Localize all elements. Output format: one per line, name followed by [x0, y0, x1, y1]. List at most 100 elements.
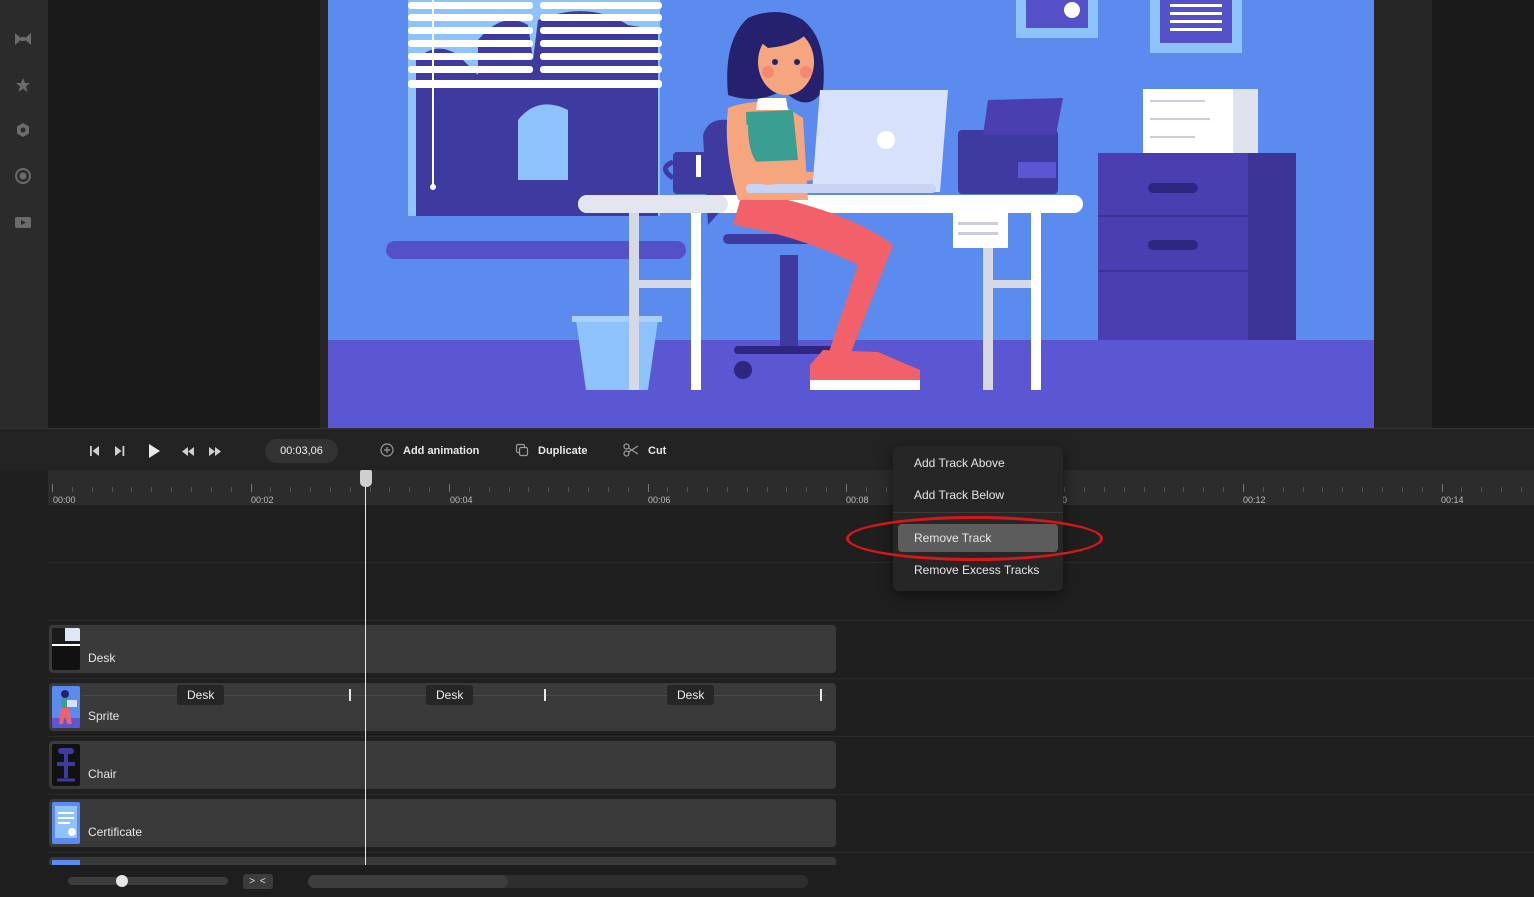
- empty-track-row[interactable]: [48, 505, 1534, 563]
- ruler-tick: [1322, 487, 1324, 492]
- zoom-slider-thumb[interactable]: [116, 875, 128, 887]
- ruler-tick: [568, 487, 570, 492]
- ruler-tick: [71, 487, 73, 492]
- horizontal-scrollbar[interactable]: [308, 875, 808, 888]
- keyframe-marker[interactable]: [544, 689, 546, 701]
- plus-circle-icon: [380, 442, 394, 460]
- record-icon[interactable]: [12, 165, 34, 187]
- ruler-tick: [1203, 487, 1205, 492]
- track-clip[interactable]: Chair: [49, 741, 836, 789]
- track-clip[interactable]: Sprite Desk Desk Desk: [49, 683, 836, 731]
- keyframe-marker[interactable]: [349, 689, 351, 701]
- ruler-tick: [91, 487, 93, 492]
- zoom-slider[interactable]: [68, 877, 228, 885]
- ruler-tick: [210, 487, 212, 492]
- keyframe-marker[interactable]: [820, 689, 822, 701]
- ruler-label: 00:08: [846, 495, 869, 505]
- ruler-tick: [528, 487, 530, 492]
- video-icon[interactable]: [12, 211, 34, 233]
- ruler-tick: [1084, 487, 1086, 492]
- skip-to-start-icon[interactable]: [86, 441, 102, 461]
- hexagon-icon[interactable]: [12, 119, 34, 141]
- cut-button[interactable]: Cut: [623, 441, 666, 461]
- annotation-highlight-ellipse: [846, 516, 1103, 561]
- scrollbar-thumb[interactable]: [308, 875, 508, 888]
- keyframe-tag[interactable]: Desk: [667, 685, 715, 705]
- ruler-label: 00:02: [251, 495, 274, 505]
- ruler-tick: [806, 487, 808, 492]
- ruler-tick: [190, 487, 192, 492]
- track-row-sprite: Sprite Desk Desk Desk: [48, 679, 1534, 737]
- ruler-tick: [1183, 487, 1185, 492]
- ruler-tick: [1302, 487, 1304, 492]
- ruler-tick: [826, 487, 828, 492]
- track-clip-partial[interactable]: [49, 857, 836, 865]
- ruler-tick: [667, 487, 669, 492]
- track-clip[interactable]: Desk: [49, 625, 836, 673]
- ruler-tick: [865, 487, 867, 492]
- track-row-desk: Desk: [48, 621, 1534, 679]
- ruler-tick: [1520, 487, 1522, 492]
- add-track-above-item[interactable]: Add Track Above: [898, 449, 1058, 477]
- timeline-ruler[interactable]: 00:00 00:02 00:04 00:06 00:08 0 00:12 00…: [48, 470, 1534, 505]
- ruler-tick: [846, 484, 847, 492]
- ruler-tick: [230, 487, 232, 492]
- cut-label: Cut: [648, 445, 667, 457]
- ruler-tick: [1421, 487, 1423, 492]
- preview-area: [48, 0, 1534, 428]
- keyframe-tag[interactable]: Desk: [426, 685, 474, 705]
- ruler-tick: [1143, 487, 1145, 492]
- track-row-chair: Chair: [48, 737, 1534, 795]
- ruler-tick: [726, 487, 728, 492]
- ruler-tick: [290, 487, 292, 492]
- ruler-tick: [1401, 487, 1403, 492]
- track-clip[interactable]: Certificate: [49, 799, 836, 847]
- ruler-tick: [52, 484, 53, 492]
- star-icon[interactable]: [12, 74, 34, 96]
- add-track-below-item[interactable]: Add Track Below: [898, 481, 1058, 509]
- desk-thumbnail: [52, 628, 80, 670]
- ruler-tick: [468, 487, 470, 492]
- ruler-tick: [151, 487, 153, 492]
- fast-forward-icon[interactable]: [206, 441, 224, 461]
- current-time-display[interactable]: 00:03,06: [265, 439, 338, 463]
- track-label: Chair: [88, 767, 117, 781]
- ruler-tick: [1163, 487, 1165, 492]
- duplicate-label: Duplicate: [538, 445, 588, 457]
- ruler-tick: [687, 487, 689, 492]
- skip-to-end-icon[interactable]: [112, 441, 128, 461]
- ruler-tick: [131, 487, 133, 492]
- empty-track-row[interactable]: [48, 563, 1534, 621]
- duplicate-button[interactable]: Duplicate: [515, 441, 588, 461]
- video-editor: 00:03,06 Add animation Duplicate Cut 00:…: [0, 0, 1534, 897]
- scene-canvas[interactable]: [328, 0, 1374, 428]
- add-animation-button[interactable]: Add animation: [380, 441, 479, 461]
- tracks-area: Desk Sprite Desk Desk Desk Chair Certifi…: [48, 505, 1534, 865]
- chair-thumbnail: [52, 744, 80, 786]
- playhead-line: [365, 486, 366, 865]
- ruler-tick: [1123, 487, 1125, 492]
- ruler-label: 00:06: [648, 495, 671, 505]
- ruler-tick: [1481, 487, 1483, 492]
- keyframe-tag[interactable]: Desk: [177, 685, 225, 705]
- ruler-tick: [1064, 487, 1066, 492]
- ruler-tick: [627, 487, 629, 492]
- ruler-tick: [310, 487, 312, 492]
- play-icon[interactable]: [145, 441, 163, 461]
- ruler-tick: [1282, 487, 1284, 492]
- bowtie-icon[interactable]: [12, 28, 34, 50]
- ruler-tick: [786, 487, 788, 492]
- fit-timeline-button[interactable]: > <: [243, 874, 273, 889]
- ruler-tick: [1362, 487, 1364, 492]
- preview-frame: [320, 0, 1432, 428]
- ruler-tick: [1104, 487, 1106, 492]
- ruler-tick: [647, 484, 649, 492]
- ruler-tick: [250, 484, 252, 492]
- scissors-icon: [623, 442, 639, 460]
- ruler-tick: [111, 487, 113, 492]
- ruler-label: 00:04: [450, 495, 473, 505]
- playhead-handle[interactable]: [360, 470, 372, 487]
- rewind-icon[interactable]: [179, 441, 197, 461]
- ruler-label: 00:12: [1243, 495, 1266, 505]
- track-label: Certificate: [88, 825, 143, 839]
